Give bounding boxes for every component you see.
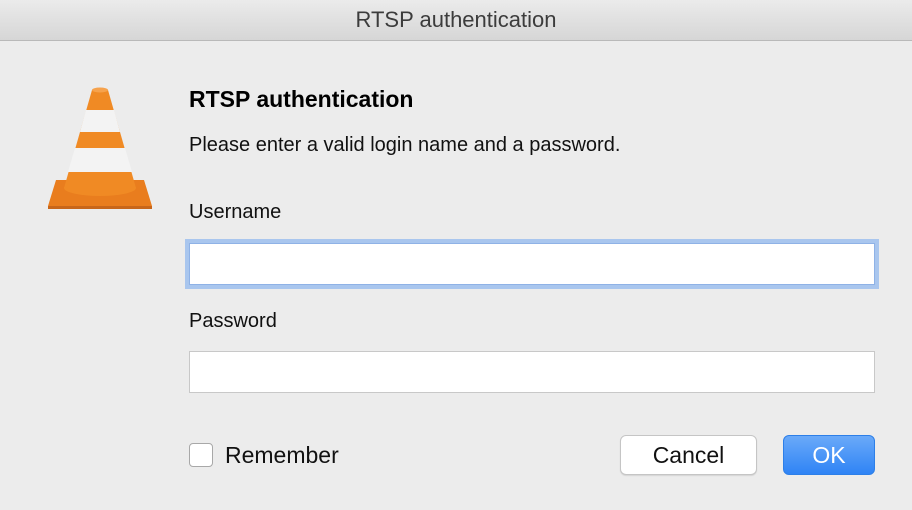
window-titlebar[interactable]: RTSP authentication bbox=[0, 0, 912, 41]
remember-label[interactable]: Remember bbox=[225, 442, 339, 469]
username-label: Username bbox=[189, 201, 282, 223]
cancel-button[interactable]: Cancel bbox=[620, 435, 757, 475]
dialog-message: Please enter a valid login name and a pa… bbox=[189, 134, 621, 156]
vlc-cone-icon bbox=[48, 87, 152, 209]
window-title: RTSP authentication bbox=[355, 7, 557, 32]
dialog-heading: RTSP authentication bbox=[189, 86, 414, 112]
ok-button[interactable]: OK bbox=[783, 435, 875, 475]
remember-checkbox[interactable] bbox=[189, 443, 213, 467]
password-field[interactable] bbox=[189, 351, 875, 393]
password-label: Password bbox=[189, 310, 277, 332]
username-field[interactable] bbox=[189, 243, 875, 285]
